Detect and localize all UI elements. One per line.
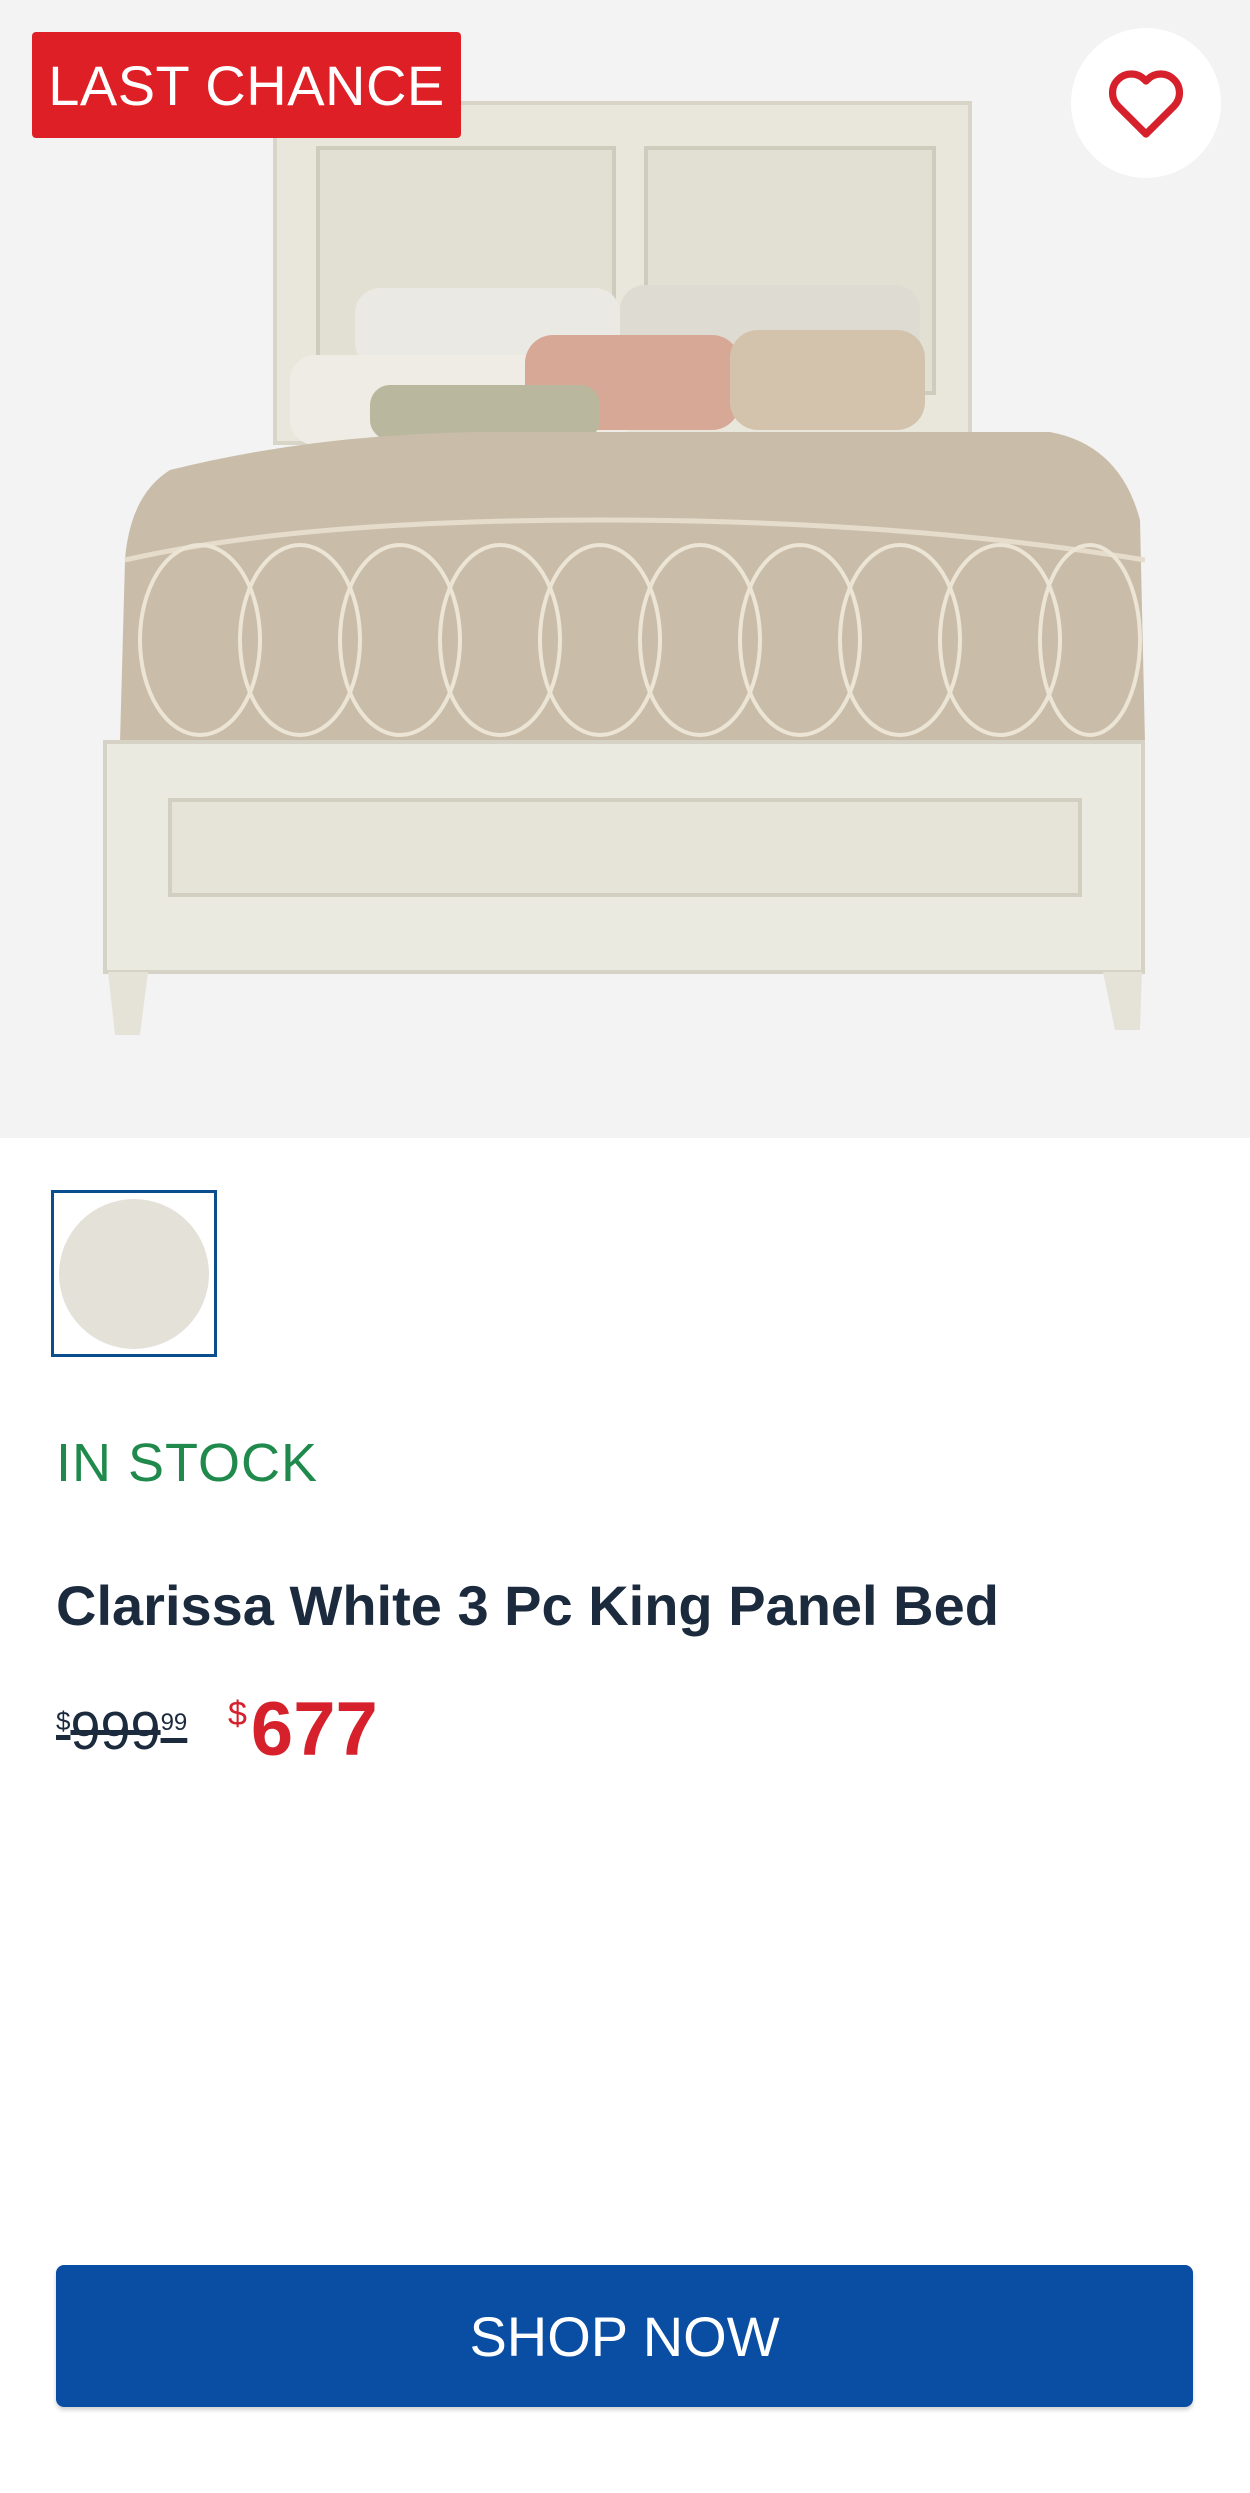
favorite-button[interactable] (1071, 28, 1221, 178)
heart-outline-icon (1108, 70, 1184, 138)
stock-status: IN STOCK (56, 1433, 319, 1493)
original-price-dollars: 999 (70, 1701, 161, 1761)
last-chance-badge: LAST CHANCE (32, 32, 461, 138)
product-title[interactable]: Clarissa White 3 Pc King Panel Bed (56, 1573, 999, 1638)
swatch-color-white (59, 1198, 209, 1349)
price-row: $99999 $677 (56, 1680, 656, 1780)
sale-price-dollars: 677 (250, 1687, 378, 1772)
product-image-area[interactable]: LAST CHANCE (0, 0, 1250, 1138)
sale-price-currency: $ (228, 1695, 247, 1733)
original-price: $99999 (56, 1700, 187, 1762)
original-price-cents: 99 (160, 1709, 188, 1736)
original-price-currency: $ (56, 1706, 71, 1736)
shop-now-button[interactable]: SHOP NOW (56, 2265, 1193, 2407)
product-image (103, 101, 1146, 1035)
color-swatch-selected[interactable] (51, 1190, 217, 1357)
sale-price: $677 (228, 1686, 378, 1773)
